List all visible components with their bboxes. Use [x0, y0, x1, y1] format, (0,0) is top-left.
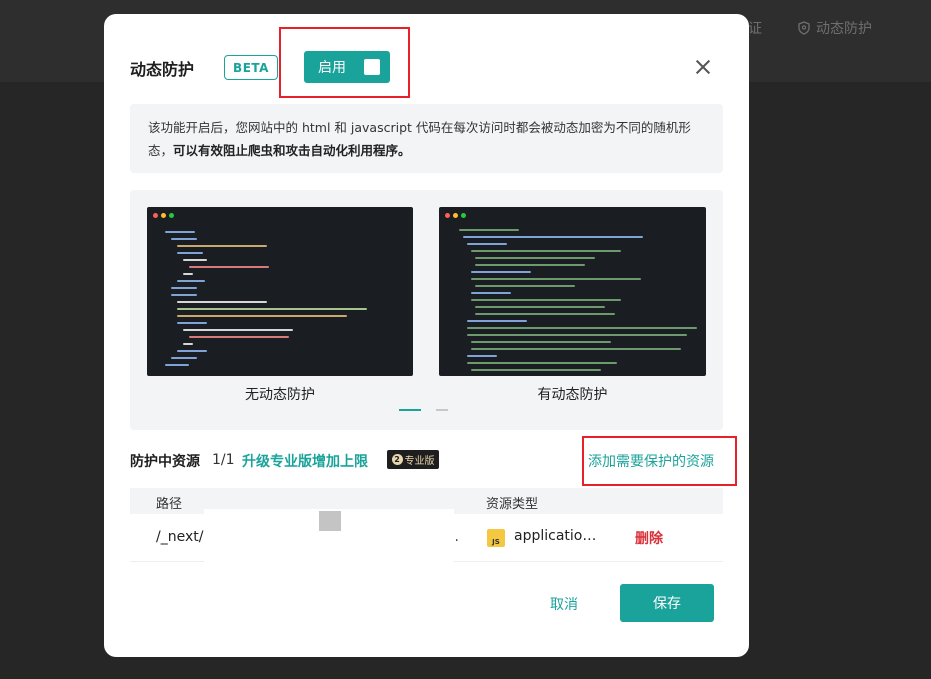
dynamic-protection-modal: 动态防护 BETA 启用 该功能开启后，您网站中的 html 和 javascr… [104, 14, 749, 657]
highlight-box-enable [279, 27, 410, 98]
feature-description: 该功能开启后，您网站中的 html 和 javascript 代码在每次访问时都… [130, 104, 723, 173]
window-dots-icon [153, 213, 174, 218]
resource-path: /_next/ [156, 529, 204, 545]
protected-resources-title: 防护中资源 [130, 454, 200, 470]
pro-version-badge: 2 专业版 [387, 450, 439, 469]
js-file-icon: JS [487, 529, 505, 547]
upgrade-link[interactable]: 升级专业版增加上限 [242, 451, 368, 471]
caption-with-protection: 有动态防护 [537, 387, 608, 403]
description-bold-text: 可以有效阻止爬虫和攻击自动化利用程序。 [173, 143, 411, 158]
carousel-indicator-active[interactable] [399, 409, 421, 411]
cancel-button[interactable]: 取消 [550, 594, 578, 614]
carousel-indicator[interactable] [436, 409, 448, 411]
modal-title: 动态防护 [130, 60, 195, 79]
save-button[interactable]: 保存 [620, 584, 714, 622]
redaction-square [319, 511, 341, 531]
column-resource-type: 资源类型 [486, 497, 539, 512]
background-nav-dynamic-protection: 动态防护 [798, 18, 872, 38]
background-nav-partial: 证 [748, 21, 762, 37]
resource-type: applicatio… [514, 528, 597, 544]
resource-count: 1/1 [212, 452, 235, 468]
code-preview-without-protection [147, 207, 413, 376]
delete-button[interactable]: 删除 [635, 528, 663, 548]
shield-pin-icon [798, 21, 810, 35]
highlight-box-add-resource [582, 436, 737, 486]
code-preview-with-protection [439, 207, 706, 376]
close-icon[interactable] [694, 58, 712, 76]
caption-without-protection: 无动态防护 [245, 387, 315, 403]
window-dots-icon [445, 213, 466, 218]
column-path: 路径 [156, 497, 183, 512]
redaction-overlay [204, 509, 454, 577]
comparison-carousel: 无动态防护 有动态防护 [130, 190, 723, 430]
beta-badge: BETA [224, 55, 278, 80]
pro-logo-icon: 2 [391, 454, 403, 465]
